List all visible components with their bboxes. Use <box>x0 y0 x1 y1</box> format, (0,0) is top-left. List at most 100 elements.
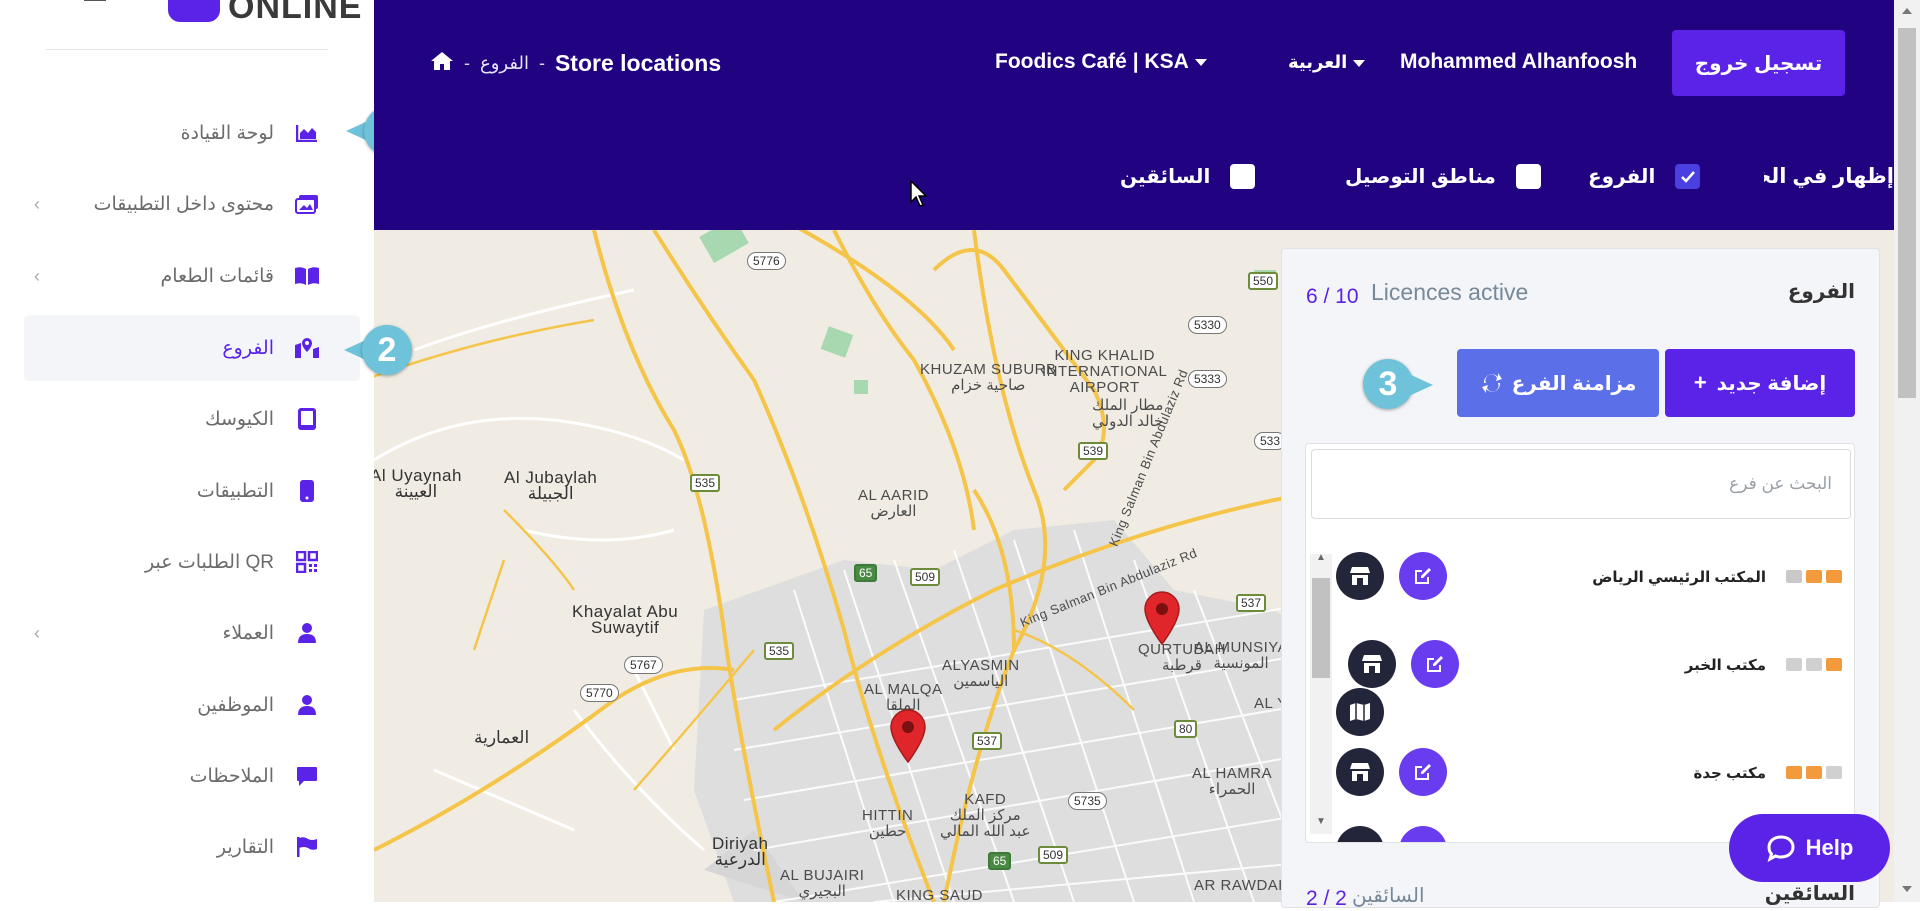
map-label: AR RAWDAH <box>1194 877 1290 894</box>
caret-down-icon <box>1194 58 1207 66</box>
toggle-label: السائقين <box>1120 166 1211 188</box>
user-name[interactable]: Mohammed Alhanfoosh <box>1400 50 1637 74</box>
delivery-zones-checkbox[interactable] <box>1515 164 1541 189</box>
sidebar-item-customers[interactable]: ‹ العملاء <box>24 600 360 666</box>
mobile-icon <box>294 478 320 504</box>
mouse-cursor-icon <box>910 180 928 207</box>
branch-status-icons <box>1786 570 1842 583</box>
logo-icon <box>168 0 220 22</box>
scroll-down-icon[interactable] <box>1902 886 1912 892</box>
toggle-branches[interactable]: الفروع <box>1588 164 1701 189</box>
map-label: AL BUJAIRI البجيري <box>780 867 865 900</box>
add-branch-button[interactable]: + إضافة جديد <box>1665 349 1855 417</box>
store-icon[interactable] <box>1348 640 1396 688</box>
branch-search-input[interactable] <box>1311 449 1851 519</box>
branch-name: مكتب الخبر <box>1684 657 1766 674</box>
licence-label: Licences active <box>1371 279 1529 305</box>
map-label: العمارية <box>474 728 530 747</box>
road-badge: 535 <box>690 474 721 492</box>
branch-marker-icon[interactable] <box>888 708 928 764</box>
store-icon[interactable] <box>1336 552 1384 600</box>
top-header: - الفروع - Store locations Foodics Café … <box>374 0 1894 230</box>
branch-list: ▲ ▼ المكتب الرئيسي الرياض <box>1305 443 1855 843</box>
sidebar-item-dashboard[interactable]: لوحة القيادة <box>24 100 360 166</box>
toggle-label: مناطق التوصيل <box>1345 166 1496 188</box>
map-label: KHUZAM SUBURB صاحية خزام <box>920 361 1057 394</box>
map-label: AL MUNSIYA المونسية <box>1194 639 1289 672</box>
logout-button[interactable]: تسجيل خروج <box>1672 30 1845 96</box>
help-button[interactable]: Help <box>1729 814 1890 882</box>
callout-number: 2 <box>362 325 412 375</box>
list-item: مكتب جدة <box>1306 748 1854 808</box>
sidebar-item-reports[interactable]: التقارير <box>24 814 360 880</box>
road-badge: 5333 <box>1188 370 1227 388</box>
window-scroll-thumb[interactable] <box>1898 28 1916 398</box>
sidebar-item-label: التطبيقات <box>196 480 274 502</box>
edit-icon[interactable] <box>1399 826 1447 842</box>
sidebar-item-label: الكيوسك <box>204 408 274 430</box>
sidebar-item-branches[interactable]: الفروع <box>24 315 360 381</box>
map-label: Khayalat Abu Suwaytif <box>572 602 679 637</box>
sidebar-item-feedback[interactable]: الملاحظات <box>24 743 360 809</box>
sidebar-item-label: الموظفين <box>197 694 274 716</box>
chat-icon <box>1766 834 1796 862</box>
map-label: KAFD مركز الملك عبد الله المالي <box>940 791 1031 840</box>
sync-branch-label: مزامنة الفرع <box>1511 372 1637 395</box>
breadcrumb-section[interactable]: الفروع <box>480 53 529 74</box>
sync-branch-button[interactable]: مزامنة الفرع <box>1457 349 1659 417</box>
chevron-left-icon: ‹ <box>34 623 40 643</box>
toggle-drivers[interactable]: السائقين <box>1120 164 1256 189</box>
sidebar-item-employees[interactable]: الموظفين <box>24 672 360 738</box>
road-badge: 5767 <box>624 656 663 674</box>
sync-icon <box>1480 371 1504 395</box>
business-name: Foodics Café | KSA <box>995 50 1189 73</box>
tablet-icon <box>294 406 320 432</box>
delivery-icon <box>1806 658 1822 671</box>
road-badge: 5770 <box>580 684 619 702</box>
store-icon[interactable] <box>1336 748 1384 796</box>
sidebar-item-menus[interactable]: ‹ قائمات الطعام <box>24 243 360 309</box>
map-icon[interactable] <box>1336 688 1384 736</box>
branch-marker-icon[interactable] <box>1142 590 1182 646</box>
edit-icon[interactable] <box>1399 552 1447 600</box>
sidebar: ONLINE لوحة القيادة ‹ محتوى داخل التطبيق… <box>0 0 414 902</box>
edit-icon[interactable] <box>1411 640 1459 688</box>
sidebar-item-label: العملاء <box>222 622 275 644</box>
panel-title: الفروع <box>1787 281 1855 303</box>
road-badge: 509 <box>1038 846 1069 864</box>
business-selector[interactable]: Foodics Café | KSA <box>995 50 1207 74</box>
edit-icon[interactable] <box>1399 748 1447 796</box>
toggle-delivery-zones[interactable]: مناطق التوصيل <box>1345 164 1541 189</box>
user-icon <box>294 620 320 646</box>
drivers-checkbox[interactable] <box>1230 164 1256 189</box>
scroll-down-icon[interactable]: ▼ <box>1316 816 1326 827</box>
qrcode-icon <box>294 549 320 575</box>
map-label: AL AARID العارض <box>858 487 929 520</box>
building-icon <box>1786 766 1802 779</box>
scroll-up-icon[interactable] <box>1902 8 1912 14</box>
comment-icon <box>294 763 320 789</box>
language-selector[interactable]: العربية <box>1288 52 1366 73</box>
flag-icon <box>294 834 320 860</box>
licence-count: 6 / 10 <box>1306 285 1359 308</box>
road-badge: 5735 <box>1068 792 1107 810</box>
sidebar-item-apps[interactable]: التطبيقات <box>24 458 360 524</box>
hamburger-menu-icon[interactable] <box>84 0 106 1</box>
sidebar-item-label: لوحة القيادة <box>180 122 274 144</box>
store-icon[interactable] <box>1336 826 1384 842</box>
chevron-left-icon: ‹ <box>34 266 40 286</box>
chart-area-icon <box>294 120 320 146</box>
sidebar-item-label: التقارير <box>216 836 274 858</box>
window-scrollbar[interactable] <box>1894 0 1920 902</box>
road-badge: 537 <box>972 732 1003 750</box>
sidebar-item-qr-orders[interactable]: الطلبات عبر QR <box>24 529 360 595</box>
help-label: Help <box>1805 835 1854 860</box>
drivers-title: السائقين <box>1764 883 1855 905</box>
sidebar-item-in-app-content[interactable]: ‹ محتوى داخل التطبيقات <box>24 171 360 237</box>
map-label: Al Uyaynah العيينة <box>374 466 462 501</box>
sidebar-item-label: قائمات الطعام <box>160 265 274 287</box>
road-badge: 550 <box>1248 272 1279 290</box>
home-icon[interactable] <box>430 51 454 76</box>
branches-checkbox[interactable] <box>1675 164 1701 189</box>
sidebar-item-kiosk[interactable]: الكيوسك <box>24 386 360 452</box>
